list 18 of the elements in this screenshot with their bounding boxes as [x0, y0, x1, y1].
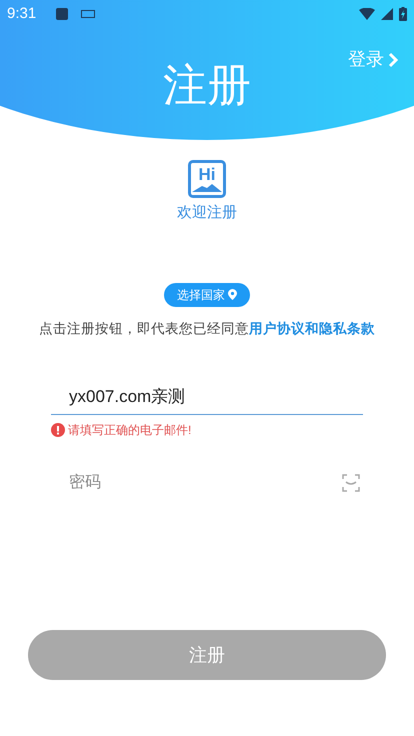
hi-logo: Hi	[188, 160, 226, 198]
terms-link[interactable]: 用户协议和隐私条款	[249, 320, 375, 336]
keyboard-icon	[81, 10, 96, 18]
password-field[interactable]: 密码	[51, 464, 363, 501]
chevron-right-icon	[388, 52, 398, 68]
email-field[interactable]: yx007.com亲测	[51, 378, 363, 415]
status-time: 9:31	[7, 4, 36, 24]
battery-icon	[399, 7, 407, 21]
page-title: 注册	[163, 60, 251, 112]
wifi-icon	[359, 8, 375, 20]
error-icon	[51, 422, 65, 437]
welcome-caption: 欢迎注册	[177, 203, 237, 223]
location-pin-icon	[228, 289, 237, 300]
agreement-text: 点击注册按钮，即代表您已经同意用户协议和隐私条款	[39, 320, 375, 338]
select-country-button[interactable]: 选择国家	[164, 282, 250, 306]
signal-icon	[381, 8, 393, 20]
login-link[interactable]: 登录	[348, 46, 398, 73]
error-message: 请填写正确的电子邮件!	[68, 422, 192, 439]
